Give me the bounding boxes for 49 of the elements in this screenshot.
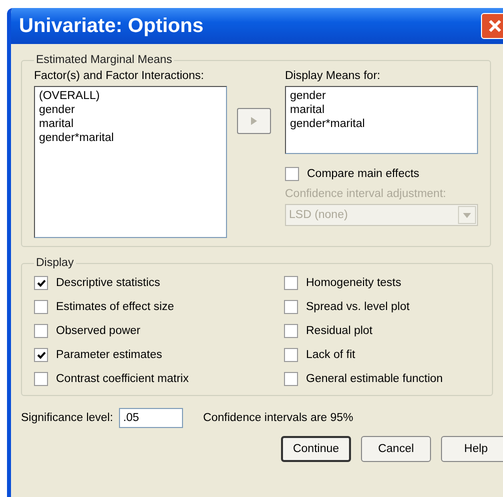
close-button[interactable]	[481, 13, 503, 39]
checkbox[interactable]	[34, 300, 48, 314]
caret-icon	[463, 212, 471, 218]
checkbox-label: Residual plot	[306, 325, 372, 337]
checkbox-label: Homogeneity tests	[306, 277, 402, 289]
group-title: Estimated Marginal Means	[35, 54, 174, 66]
checkbox-label: Contrast coefficient matrix	[56, 373, 189, 385]
dropdown-label: Confidence interval adjustment:	[285, 188, 448, 200]
checkbox[interactable]	[284, 348, 298, 362]
list-item[interactable]: (OVERALL)	[39, 89, 222, 103]
checkbox[interactable]	[284, 300, 298, 314]
checkbox-label: General estimable function	[306, 373, 443, 385]
factor-list[interactable]: (OVERALL) gender marital gender*marital	[34, 86, 227, 238]
list-label: Factor(s) and Factor Interactions:	[34, 70, 206, 82]
checkbox[interactable]	[285, 167, 299, 181]
list-item[interactable]: marital	[39, 117, 222, 131]
check-icon	[36, 350, 46, 360]
checkbox[interactable]	[284, 324, 298, 338]
window-title: Univariate: Options	[19, 14, 204, 38]
checkbox-label: Estimates of effect size	[56, 301, 174, 313]
checkbox-label: Observed power	[56, 325, 140, 337]
checkbox[interactable]	[284, 276, 298, 290]
check-icon	[36, 278, 46, 288]
checkbox[interactable]	[34, 372, 48, 386]
list-item[interactable]: gender	[290, 89, 473, 103]
checkbox-label: Lack of fit	[306, 349, 356, 361]
field-label: Significance level:	[21, 412, 114, 424]
significance-field[interactable]: .05	[119, 408, 184, 428]
arrow-right-icon	[251, 117, 257, 125]
confidence-note: Confidence intervals are 95%	[203, 412, 354, 424]
checkbox[interactable]	[284, 372, 298, 386]
group-title: Display	[35, 257, 75, 269]
checkbox[interactable]	[34, 324, 48, 338]
dialog-button[interactable]: Help	[441, 436, 503, 462]
checkbox-label: Compare main effects	[307, 168, 420, 180]
checkbox-label: Descriptive statistics	[56, 277, 160, 289]
display-means-list[interactable]: gender marital gender*marital	[285, 86, 478, 154]
checkbox-label: Spread vs. level plot	[306, 301, 410, 313]
dialog-button[interactable]: Cancel	[361, 436, 431, 462]
list-item[interactable]: marital	[290, 103, 473, 117]
checkbox[interactable]	[34, 276, 48, 290]
dialog-button[interactable]: Continue	[281, 436, 351, 462]
list-item[interactable]: gender	[39, 103, 222, 117]
list-item[interactable]: gender*marital	[290, 117, 473, 131]
list-label: Display Means for:	[285, 70, 382, 82]
close-icon	[488, 19, 502, 33]
list-item[interactable]: gender*marital	[39, 131, 222, 145]
checkbox-label: Parameter estimates	[56, 349, 162, 361]
checkbox[interactable]	[34, 348, 48, 362]
